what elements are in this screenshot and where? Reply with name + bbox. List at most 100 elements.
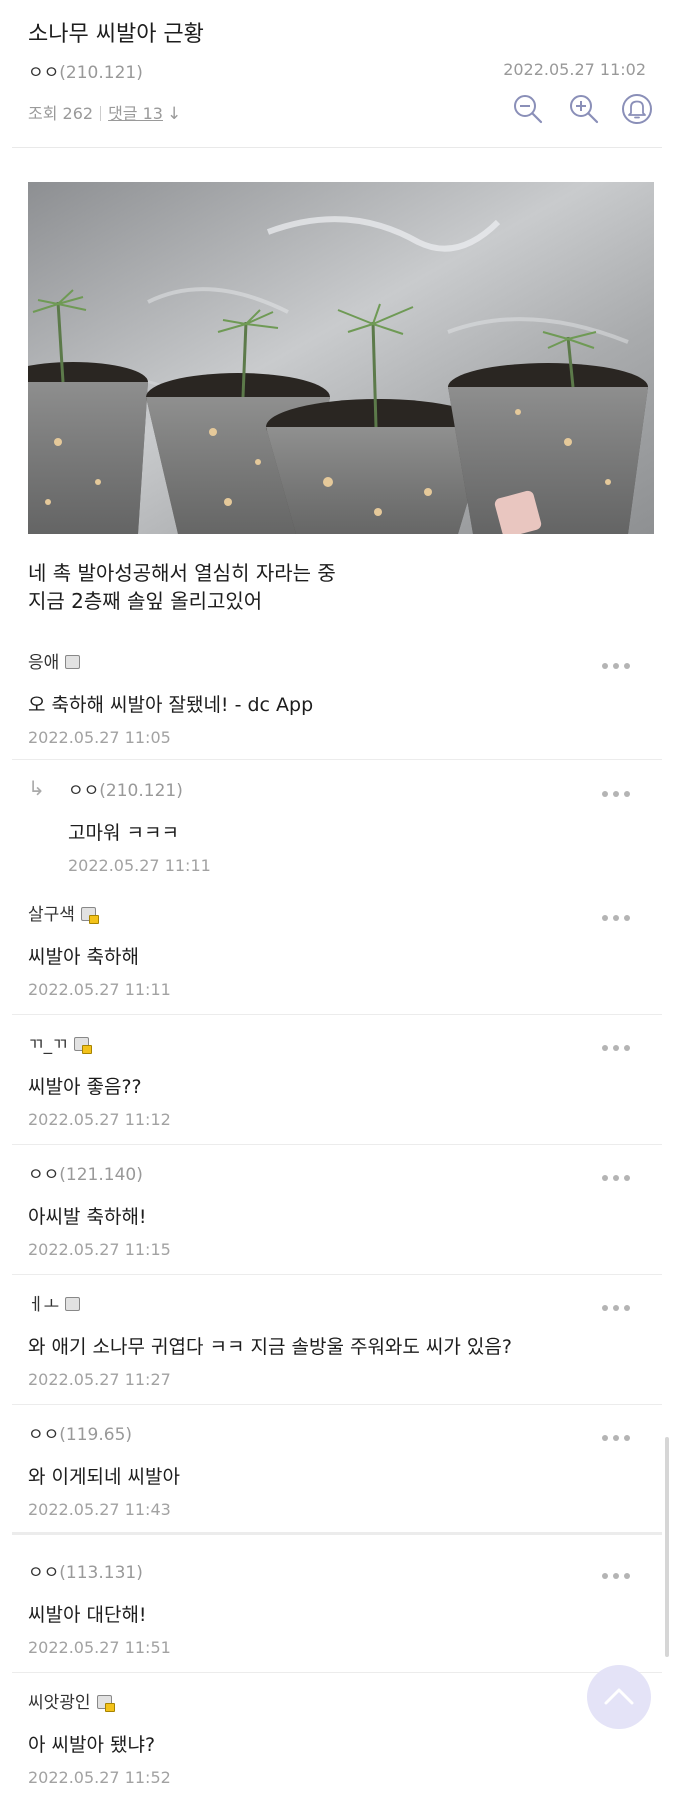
comment-nick-text: ㅇㅇ <box>28 1165 60 1185</box>
more-options-button[interactable] <box>602 1564 638 1579</box>
comment-text: 씨발아 축하해 <box>28 946 139 968</box>
more-options-button[interactable] <box>602 906 638 921</box>
dot-icon <box>613 1305 619 1311</box>
locked-badge-icon <box>80 907 99 924</box>
dot-icon <box>613 791 619 797</box>
post-body: 네 촉 발아성공해서 열심히 자라는 중 지금 2층째 솔잎 올리고있어 <box>28 559 336 615</box>
comment-item: ㅇㅇ(119.65) 와 이게되네 씨발아 2022.05.27 11:43 <box>12 1420 662 1535</box>
comment-date: 2022.05.27 11:27 <box>28 1370 171 1389</box>
comment-count-link[interactable]: 댓글 13 ↓ <box>108 104 182 124</box>
dot-icon <box>602 915 608 921</box>
more-options-button[interactable] <box>602 1296 638 1311</box>
user-badge-icon <box>65 655 81 669</box>
notify-button[interactable] <box>620 92 654 126</box>
comment-text: 고마워 ㅋㅋㅋ <box>68 822 179 844</box>
dot-icon <box>602 1305 608 1311</box>
more-options-button[interactable] <box>602 1036 638 1051</box>
comment-nickname[interactable]: 살구색 <box>28 900 99 925</box>
comment-nickname[interactable]: ㅇㅇ(119.65) <box>28 1420 132 1445</box>
dot-icon <box>624 915 630 921</box>
more-options-button[interactable] <box>602 654 638 669</box>
view-count: 조회 262 <box>28 104 94 123</box>
comment-date: 2022.05.27 11:43 <box>28 1500 171 1519</box>
comment-text: 씨발아 대단해! <box>28 1604 147 1626</box>
scrollbar[interactable] <box>665 1437 669 1657</box>
dot-icon <box>602 1435 608 1441</box>
zoom-out-icon <box>514 95 543 124</box>
dot-icon <box>602 1045 608 1051</box>
comment-nick-text: ㅔㅗ <box>28 1295 60 1315</box>
comment-date: 2022.05.27 11:52 <box>28 1768 171 1787</box>
comment-item: ㅇㅇ(121.140) 아씨발 축하해! 2022.05.27 11:15 <box>12 1160 662 1275</box>
more-options-button[interactable] <box>602 782 638 797</box>
more-options-button[interactable] <box>602 1426 638 1441</box>
comment-nickname[interactable]: ㅔㅗ <box>28 1290 81 1315</box>
dot-icon <box>624 1175 630 1181</box>
reply-arrow-icon: ↳ <box>28 776 45 800</box>
scroll-to-top-button[interactable] <box>587 1665 651 1729</box>
comment-nick-text: 살구색 <box>28 905 75 925</box>
author-row: ㅇㅇ(210.121) 2022.05.27 11:02 <box>28 58 646 83</box>
comment-ip: (121.140) <box>59 1165 143 1185</box>
comment-text: 아씨발 축하해! <box>28 1206 147 1228</box>
locked-badge-icon <box>73 1037 92 1054</box>
dot-icon <box>624 1435 630 1441</box>
comment-reply-item: ↳ ㅇㅇ(210.121) 고마워 ㅋㅋㅋ 2022.05.27 11:11 <box>12 776 662 884</box>
dot-icon <box>602 1175 608 1181</box>
dot-icon <box>613 1573 619 1579</box>
comment-date: 2022.05.27 11:51 <box>28 1638 171 1657</box>
comment-nick-text: ㅇㅇ <box>28 1425 60 1445</box>
comment-nickname[interactable]: 응애 <box>28 648 81 673</box>
comment-item: 살구색 씨발아 축하해 2022.05.27 11:11 <box>12 900 662 1015</box>
post-title: 소나무 씨발아 근황 <box>28 22 204 47</box>
comment-text: 오 축하해 씨발아 잘됐네! - dc App <box>28 694 314 716</box>
post-author[interactable]: ㅇㅇ(210.121) <box>28 58 143 83</box>
zoom-out-button[interactable] <box>511 92 545 126</box>
chevron-up-icon <box>604 1688 634 1705</box>
dot-icon <box>624 1305 630 1311</box>
dot-icon <box>613 915 619 921</box>
dot-icon <box>624 1045 630 1051</box>
dot-icon <box>624 663 630 669</box>
comment-date: 2022.05.27 11:05 <box>28 728 171 747</box>
comment-nickname[interactable]: ㅇㅇ(210.121) <box>68 776 183 801</box>
comment-nickname[interactable]: ㄲ_ㄲ <box>28 1030 92 1055</box>
comment-text: 아 씨발아 됐냐? <box>28 1734 156 1756</box>
header-divider <box>12 147 662 148</box>
post-image[interactable] <box>28 182 654 534</box>
dot-icon <box>602 791 608 797</box>
bell-icon <box>622 94 652 124</box>
comment-nick-text: 씨앗광인 <box>28 1693 91 1713</box>
dot-icon <box>602 663 608 669</box>
comment-nickname[interactable]: ㅇㅇ(121.140) <box>28 1160 143 1185</box>
comment-nick-text: ㅇㅇ <box>68 781 100 801</box>
dot-icon <box>613 1045 619 1051</box>
zoom-in-button[interactable] <box>567 92 601 126</box>
arrow-down-icon: ↓ <box>166 104 182 124</box>
dot-icon <box>613 1175 619 1181</box>
comment-nick-text: ㄲ_ㄲ <box>28 1035 68 1055</box>
zoom-in-icon <box>570 95 599 124</box>
comment-nick-text: 응애 <box>28 653 60 673</box>
comment-item: 씨앗광인 아 씨발아 됐냐? 2022.05.27 11:52 <box>12 1688 662 1803</box>
comment-date: 2022.05.27 11:12 <box>28 1110 171 1129</box>
dot-icon <box>624 1573 630 1579</box>
post-body-line-2: 지금 2층째 솔잎 올리고있어 <box>28 589 263 613</box>
dot-icon <box>613 1435 619 1441</box>
comment-date: 2022.05.27 11:11 <box>68 856 211 875</box>
stats-divider <box>100 106 102 121</box>
comment-nickname[interactable]: 씨앗광인 <box>28 1688 115 1713</box>
locked-badge-icon <box>96 1695 115 1712</box>
more-options-button[interactable] <box>602 1166 638 1181</box>
dot-icon <box>624 791 630 797</box>
comment-ip: (119.65) <box>59 1425 133 1445</box>
comment-nickname[interactable]: ㅇㅇ(113.131) <box>28 1558 143 1583</box>
dot-icon <box>613 663 619 669</box>
comment-ip: (210.121) <box>99 781 183 801</box>
comment-item: ㅔㅗ 와 애기 소나무 귀엽다 ㅋㅋ 지금 솔방울 주워와도 씨가 있음? 20… <box>12 1290 662 1405</box>
comment-date: 2022.05.27 11:15 <box>28 1240 171 1259</box>
dot-icon <box>602 1573 608 1579</box>
comment-date: 2022.05.27 11:11 <box>28 980 171 999</box>
seedlings-photo <box>28 182 654 534</box>
comment-count: 댓글 13 <box>108 104 163 123</box>
